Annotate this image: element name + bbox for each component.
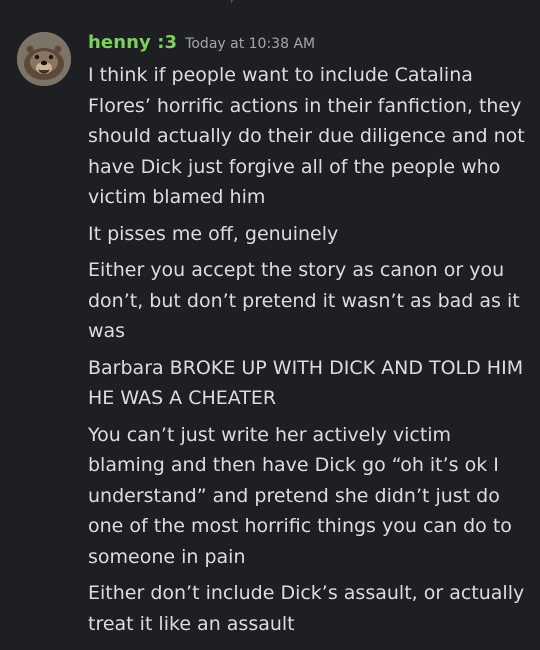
message-text: You can’t just write her actively victim… [88,423,512,568]
message-text: Barbara BROKE UP WITH DICK AND TOLD HIM … [88,356,524,410]
message-header: henny :3 Today at 10:38 AM [88,30,528,60]
message-text: It pisses me off, genuinely [88,222,339,245]
username[interactable]: henny :3 [88,32,177,53]
message-text: Either you accept the story as canon or … [88,259,520,342]
message-text: Either don’t include Dick’s assault, or … [88,582,525,635]
timestamp[interactable]: Today at 10:38 AM [185,36,315,52]
message-text: I think if people want to include Catali… [88,64,525,208]
previous-message-fragment: , [230,0,240,4]
otter-avatar-icon [17,32,71,86]
user-avatar[interactable] [17,32,71,86]
message-content: henny :3 Today at 10:38 AM I think if pe… [88,30,528,639]
